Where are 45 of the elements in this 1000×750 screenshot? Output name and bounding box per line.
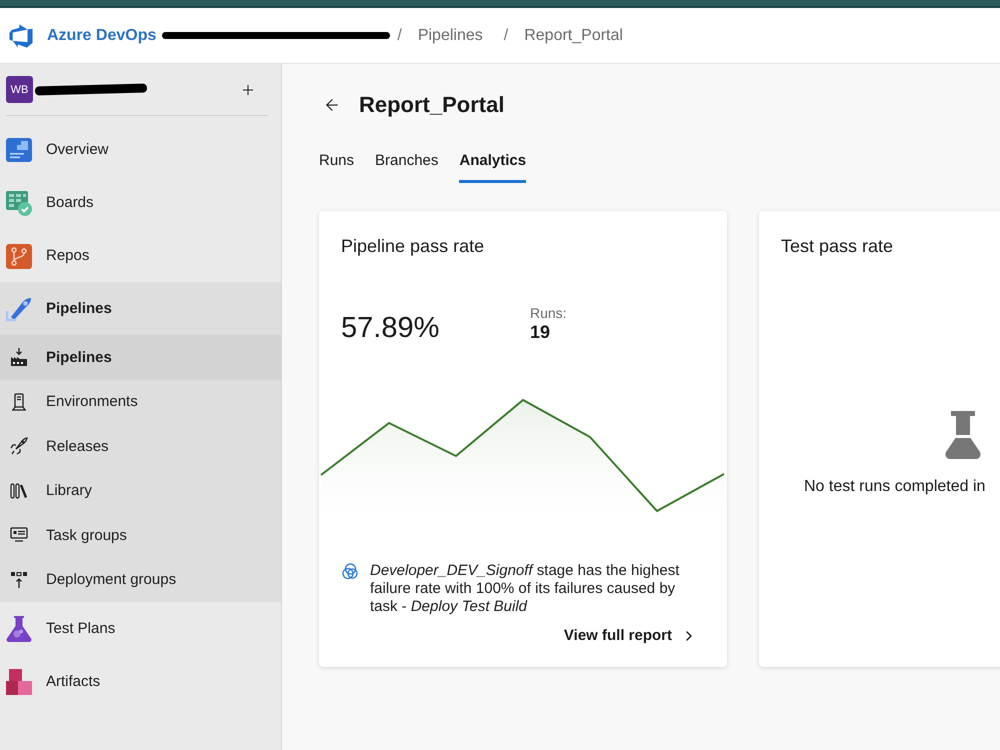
books-icon [10,482,28,500]
pass-rate-value: 57.89% [341,311,440,345]
branch-icon [6,242,32,268]
card-title: Test pass rate [780,235,894,257]
flask-icon [945,411,981,459]
page-title: Report_Portal [359,92,504,118]
logo-icon[interactable] [8,22,34,48]
tab[interactable]: Analytics [459,147,526,183]
nav-subitem[interactable]: Pipelines [0,335,281,380]
runs-label: Runs: [530,305,567,321]
tab[interactable]: Branches [375,147,438,183]
view-full-report-link[interactable]: View full report [564,627,697,644]
breadcrumb-link[interactable]: Report_Portal [524,26,623,44]
monitor-icon [10,526,28,544]
nav-subitem[interactable]: Task groups [0,513,281,558]
project-avatar[interactable]: WB [6,76,33,103]
server-icon [10,392,28,411]
chart-tile-icon [6,136,32,162]
nav-item[interactable]: Repos [0,229,281,282]
nav-item[interactable]: Pipelines [0,282,281,335]
card-title: Pipeline pass rate [340,235,486,257]
nav-item[interactable]: Artifacts [0,655,281,708]
rocket-icon [10,437,28,456]
product-name-link[interactable]: Azure DevOps [47,26,156,44]
breadcrumb-separator: / [504,26,508,44]
breadcrumb-link[interactable]: Pipelines [418,26,483,44]
nav-subitem[interactable]: Releases [0,424,281,468]
runs-value: 19 [530,321,550,343]
breadcrumb-separator: / [397,26,402,44]
nav-item[interactable]: Overview [0,123,281,176]
insight-rings-icon [342,563,358,580]
tab[interactable]: Runs [319,147,354,183]
nav-subitem[interactable]: Library [0,468,281,513]
empty-message: No test runs completed in [803,477,986,497]
flask-icon [6,616,32,642]
rocket-icon [6,296,32,322]
insight-text: Developer_DEV_Signoff stage has the highest failure rate with 100% of its failures caused by task - Deploy Test Build [370,562,680,616]
nav-subitem[interactable]: Environments [0,380,281,424]
board-check-icon [6,190,32,216]
nav-subitem[interactable]: Deployment groups [0,558,281,602]
nav-item[interactable]: Boards [0,176,281,229]
boxes-icon [6,668,32,694]
nav-item[interactable]: Test Plans [0,602,281,655]
building-arrow-icon [10,348,28,366]
squares-arrow-icon [10,570,28,589]
